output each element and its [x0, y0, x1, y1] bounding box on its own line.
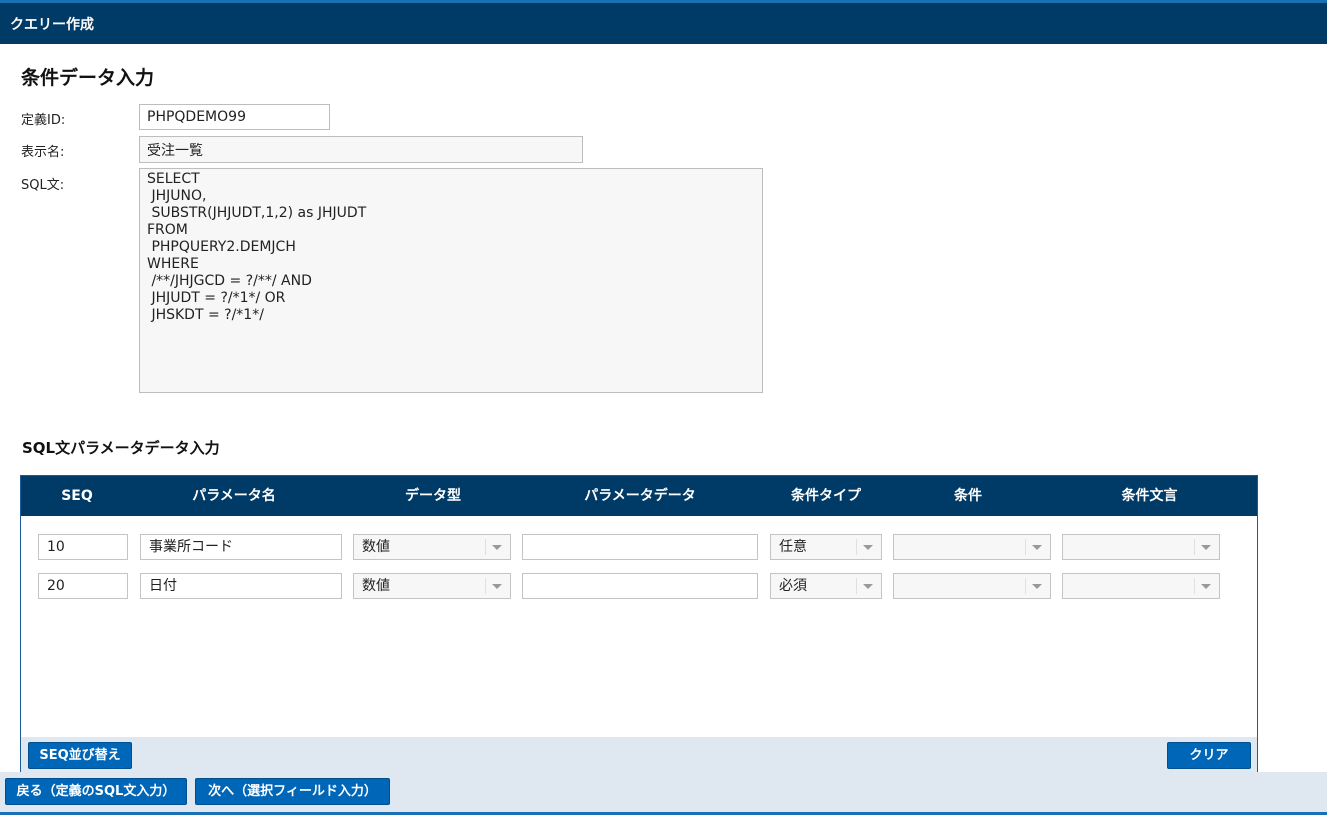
select-divider — [485, 578, 486, 594]
next-button[interactable]: 次へ（選択フィールド入力） — [195, 778, 390, 805]
cond-type-select[interactable]: 必須 — [770, 573, 882, 599]
param-panel-footer: SEQ並び替え クリア — [21, 737, 1257, 772]
app-header: クエリー作成 — [0, 0, 1327, 44]
col-param-name: パラメータ名 — [192, 488, 276, 504]
seq-sort-button[interactable]: SEQ並び替え — [28, 742, 132, 769]
col-seq: SEQ — [61, 488, 93, 504]
cond-text-select[interactable] — [1062, 534, 1220, 560]
select-divider — [856, 539, 857, 555]
select-divider — [1194, 578, 1195, 594]
param-panel: SEQ パラメータ名 データ型 パラメータデータ 条件タイプ 条件 条件文言 1… — [20, 475, 1258, 772]
data-type-value: 数値 — [362, 578, 390, 594]
cond-select[interactable] — [893, 573, 1051, 599]
cond-text-select[interactable] — [1062, 573, 1220, 599]
clear-button[interactable]: クリア — [1167, 742, 1251, 769]
chevron-down-icon — [863, 545, 873, 550]
data-type-value: 数値 — [362, 539, 390, 555]
definition-id-label: 定義ID: — [21, 113, 66, 128]
select-divider — [1194, 539, 1195, 555]
sql-label: SQL文: — [21, 178, 65, 193]
nav-bar: 戻る（定義のSQL文入力） 次へ（選択フィールド入力） — [0, 772, 1327, 815]
param-table-header: SEQ パラメータ名 データ型 パラメータデータ 条件タイプ 条件 条件文言 — [21, 476, 1257, 516]
cond-type-select[interactable]: 任意 — [770, 534, 882, 560]
chevron-down-icon — [1032, 545, 1042, 550]
param-name-input[interactable]: 日付 — [140, 573, 342, 599]
sql-textarea[interactable]: SELECT JHJUNO, SUBSTR(JHJUDT,1,2) as JHJ… — [139, 168, 763, 393]
param-data-input[interactable] — [522, 573, 758, 599]
select-divider — [856, 578, 857, 594]
param-section-title: SQL文パラメータデータ入力 — [22, 439, 220, 457]
col-cond: 条件 — [954, 488, 982, 504]
seq-input[interactable]: 20 — [38, 573, 128, 599]
col-cond-text: 条件文言 — [1121, 488, 1178, 504]
chevron-down-icon — [492, 545, 502, 550]
chevron-down-icon — [1032, 584, 1042, 589]
col-cond-type: 条件タイプ — [791, 488, 861, 504]
col-data-type: データ型 — [405, 488, 461, 504]
cond-select[interactable] — [893, 534, 1051, 560]
param-name-input[interactable]: 事業所コード — [140, 534, 342, 560]
param-data-input[interactable] — [522, 534, 758, 560]
data-type-select[interactable]: 数値 — [353, 573, 511, 599]
app-title: クエリー作成 — [10, 17, 94, 33]
select-divider — [1025, 578, 1026, 594]
definition-id-input[interactable] — [139, 104, 330, 130]
page-title: 条件データ入力 — [21, 67, 155, 89]
seq-input[interactable]: 10 — [38, 534, 128, 560]
select-divider — [485, 539, 486, 555]
cond-type-value: 必須 — [779, 578, 807, 594]
col-param-data: パラメータデータ — [584, 488, 696, 504]
chevron-down-icon — [492, 584, 502, 589]
back-button[interactable]: 戻る（定義のSQL文入力） — [5, 778, 187, 805]
chevron-down-icon — [1201, 584, 1211, 589]
data-type-select[interactable]: 数値 — [353, 534, 511, 560]
select-divider — [1025, 539, 1026, 555]
cond-type-value: 任意 — [779, 539, 807, 555]
display-name-label: 表示名: — [21, 145, 65, 160]
display-name-input[interactable] — [139, 136, 583, 163]
chevron-down-icon — [1201, 545, 1211, 550]
chevron-down-icon — [863, 584, 873, 589]
